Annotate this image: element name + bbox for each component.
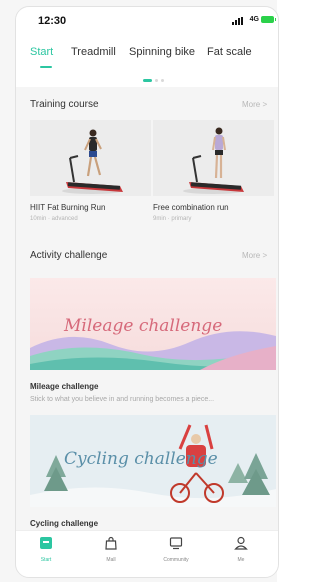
nav-item-start[interactable]: Start: [16, 531, 76, 577]
nav-label: Community: [163, 557, 189, 563]
category-tabs: Start Treadmill Spinning bike Fat scale: [16, 37, 278, 75]
tab-spinning-bike[interactable]: Spinning bike: [129, 46, 195, 58]
training-section-title: Training course: [30, 99, 99, 110]
signal-icon: [232, 17, 244, 25]
status-time: 12:30: [38, 15, 67, 27]
carousel-dot[interactable]: [155, 79, 158, 82]
course-meta: 9min · primary: [153, 216, 192, 222]
challenge-banner-cycling: Cycling challenge: [30, 415, 276, 507]
bottom-nav: Start Mall Community Me: [16, 530, 278, 577]
nav-label: Start: [40, 557, 52, 563]
challenge-banner-mileage: Mileage challenge: [30, 278, 276, 370]
battery-icon: [261, 16, 276, 23]
challenge-card-cycling[interactable]: Cycling challenge Cycling challenge: [30, 415, 276, 530]
challenge-description: Stick to what you believe in and running…: [30, 396, 215, 403]
course-image: [30, 120, 151, 196]
banner-text-cycling: Cycling challenge: [64, 449, 218, 469]
network-label: 4G: [249, 16, 259, 23]
tab-fat-scale[interactable]: Fat scale: [207, 46, 252, 58]
course-card[interactable]: Free combination run 9min · primary: [153, 120, 274, 230]
activity-more-link[interactable]: More >: [242, 251, 267, 260]
nav-label: Me: [237, 557, 245, 563]
course-card[interactable]: HIIT Fat Burning Run 10min · advanced: [30, 120, 151, 230]
challenge-card-mileage[interactable]: Mileage challenge Mileage challenge Stic…: [30, 278, 276, 408]
course-title: HIIT Fat Burning Run: [30, 203, 106, 212]
start-icon: [40, 537, 52, 549]
active-tab-indicator: [40, 66, 52, 68]
banner-text-mileage: Mileage challenge: [64, 316, 223, 336]
course-image: [153, 120, 274, 196]
screenshot-frame: 12:30 4G Start Treadmill Spinning bike F…: [0, 0, 279, 582]
challenge-title: Mileage challenge: [30, 382, 99, 391]
nav-item-me[interactable]: Me: [211, 531, 271, 577]
course-meta: 10min · advanced: [30, 216, 78, 222]
person-icon: [234, 536, 248, 550]
course-title: Free combination run: [153, 203, 229, 212]
activity-section-title: Activity challenge: [30, 250, 108, 261]
nav-label: Mall: [106, 557, 116, 563]
tab-treadmill[interactable]: Treadmill: [71, 46, 116, 58]
nav-item-mall[interactable]: Mall: [81, 531, 141, 577]
phone-screen: 12:30 4G Start Treadmill Spinning bike F…: [15, 6, 279, 578]
carousel-dot-active[interactable]: [143, 79, 152, 82]
community-icon: [169, 537, 183, 550]
shopping-bag-icon: [105, 536, 117, 550]
tab-start[interactable]: Start: [30, 46, 53, 58]
carousel-indicator: [16, 75, 278, 87]
challenge-title: Cycling challenge: [30, 519, 99, 528]
nav-item-community[interactable]: Community: [146, 531, 206, 577]
training-more-link[interactable]: More >: [242, 100, 267, 109]
status-bar: 12:30 4G: [16, 7, 278, 37]
carousel-dot[interactable]: [161, 79, 164, 82]
